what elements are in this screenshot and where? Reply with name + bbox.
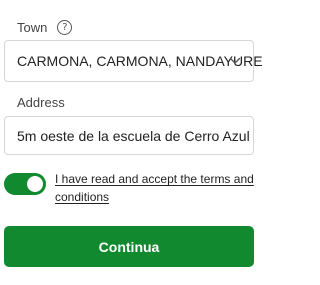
continue-button[interactable]: Continua bbox=[4, 226, 254, 267]
town-select-value: CARMONA, CARMONA, NANDAYURE bbox=[17, 53, 263, 69]
town-select[interactable]: CARMONA, CARMONA, NANDAYURE bbox=[4, 40, 263, 82]
toggle-knob bbox=[27, 176, 43, 192]
terms-link[interactable]: I have read and accept the terms and con… bbox=[55, 170, 255, 206]
chevron-down-icon bbox=[229, 57, 241, 64]
question-circle-icon[interactable]: ? bbox=[57, 19, 73, 35]
town-label-row: Town ? bbox=[17, 19, 73, 35]
address-input[interactable]: 5m oeste de la escuela de Cerro Azul bbox=[4, 116, 254, 155]
terms-toggle[interactable] bbox=[4, 173, 46, 195]
address-label: Address bbox=[17, 95, 65, 110]
address-form: Town ? CARMONA, CARMONA, NANDAYURE Addre… bbox=[0, 0, 266, 285]
town-label: Town bbox=[17, 19, 48, 35]
address-input-value: 5m oeste de la escuela de Cerro Azul bbox=[17, 127, 250, 144]
